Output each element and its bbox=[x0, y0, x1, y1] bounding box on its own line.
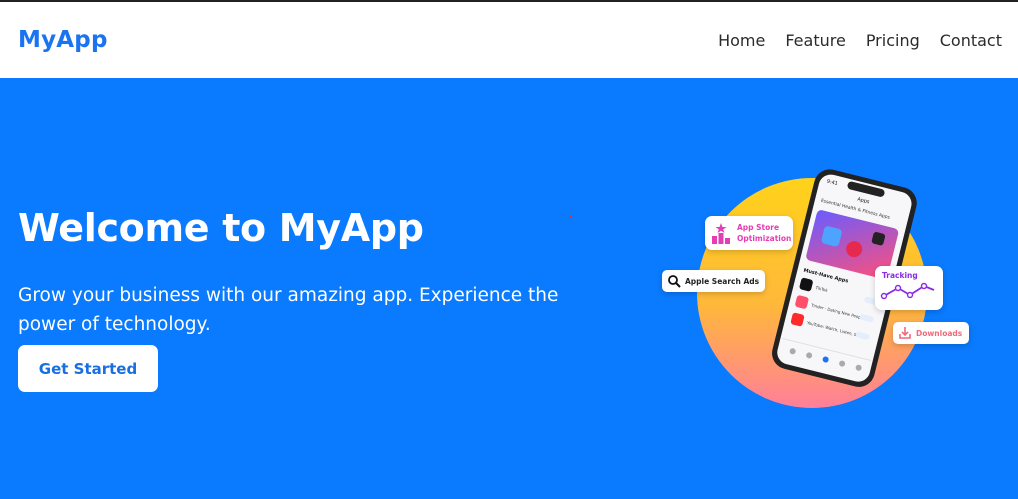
downloads-label: Downloads bbox=[916, 328, 963, 338]
get-started-button[interactable]: Get Started bbox=[18, 345, 158, 392]
nav-link-contact[interactable]: Contact bbox=[940, 31, 1002, 50]
nav-link-pricing[interactable]: Pricing bbox=[866, 31, 920, 50]
tag-apple-search-ads: Apple Search Ads bbox=[662, 270, 765, 292]
tag-tracking: Tracking bbox=[875, 266, 943, 310]
magnifier-icon bbox=[668, 275, 681, 288]
aso-line2: Optimization bbox=[737, 234, 792, 243]
trend-line-icon bbox=[880, 282, 935, 300]
search-ads-label: Apple Search Ads bbox=[685, 276, 760, 286]
nav-link-home[interactable]: Home bbox=[718, 31, 765, 50]
nav-link-feature[interactable]: Feature bbox=[785, 31, 845, 50]
tracking-label: Tracking bbox=[882, 271, 918, 280]
brand-logo[interactable]: MyApp bbox=[18, 27, 108, 53]
hero-subtitle: Grow your business with our amazing app.… bbox=[18, 285, 559, 335]
tag-downloads: Downloads bbox=[893, 322, 969, 344]
hero-section: Welcome to MyApp Grow your business with… bbox=[0, 78, 1018, 499]
download-icon bbox=[899, 327, 911, 339]
stray-dot bbox=[569, 215, 572, 218]
bar-chart-star-icon bbox=[712, 223, 730, 244]
navbar: MyApp Home Feature Pricing Contact bbox=[0, 2, 1018, 78]
nav-links: Home Feature Pricing Contact bbox=[718, 31, 1002, 50]
tag-app-store-optimization: App Store Optimization bbox=[705, 216, 793, 250]
app-marketing-illustration: 9:41 Apps Essential Health & Fitness App… bbox=[655, 166, 975, 416]
hero-title: Welcome to MyApp bbox=[18, 206, 424, 250]
aso-line1: App Store bbox=[737, 223, 780, 232]
